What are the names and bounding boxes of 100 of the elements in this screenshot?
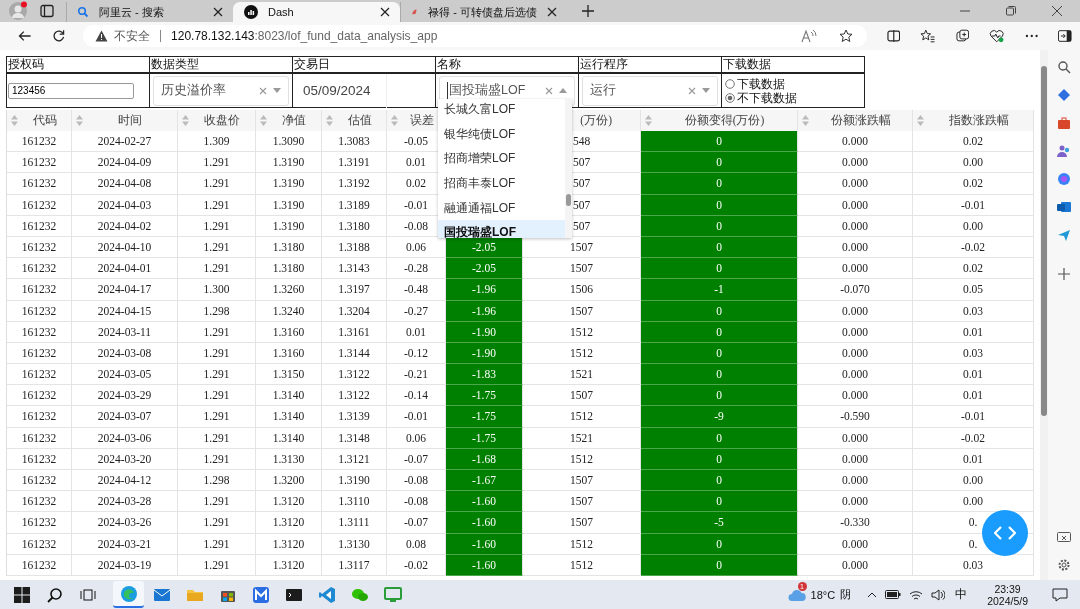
start-icon[interactable] [14,586,30,603]
column-header[interactable]: 份额涨跌幅 [798,110,913,131]
letter-tile-icon[interactable] [251,585,270,604]
clear-icon[interactable] [545,86,553,95]
column-header[interactable]: 指数涨跌幅 [913,110,1034,131]
table-cell: 1.3160 [256,321,322,343]
split-screen-icon[interactable] [886,29,901,43]
diamond-icon[interactable] [1057,88,1071,102]
table-cell: 1.291 [178,258,256,280]
search-icon[interactable] [47,586,63,603]
close-icon[interactable] [547,7,557,17]
close-icon[interactable] [380,7,390,17]
read-aloud-icon[interactable] [800,29,817,43]
column-header[interactable]: 净值 [256,110,322,131]
table-cell: 1.3191 [322,152,387,174]
table-cell: 0 [641,215,798,237]
table-cell: 1.3120 [256,512,322,534]
auth-code-input[interactable]: 123456 [8,82,134,99]
table-cell: 1.309 [178,131,256,153]
address-field[interactable]: 不安全 120.78.132.143:8023/lof_fund_data_analysis_app [83,25,867,47]
scrollbar[interactable] [1040,50,1048,580]
more-icon[interactable] [1024,34,1039,38]
dropdown[interactable]: 历史溢价率 [153,75,289,106]
table-cell: 1.3190 [256,194,322,216]
back-icon[interactable] [18,29,32,43]
table-cell: -1.96 [446,300,523,322]
table-cell: 161232 [7,427,72,449]
screenshot-icon[interactable] [1057,532,1071,544]
temperature-text[interactable]: 18°C [810,588,836,601]
star-icon[interactable] [838,29,853,43]
input-method-indicator[interactable]: 中 [955,586,968,603]
radio-label[interactable]: 不下载数据 [737,90,797,105]
code-brackets-icon [994,526,1016,540]
paper-plane-icon[interactable] [1057,228,1071,242]
monitor-icon[interactable] [383,585,402,604]
date-input[interactable]: 05/09/2024 [293,73,387,108]
column-header[interactable]: 代码 [7,110,72,131]
table-cell: 0.000 [798,300,913,322]
toolbox-icon[interactable] [1057,116,1071,130]
table-cell: 0.000 [798,491,913,513]
column-header[interactable]: 估值 [322,110,387,131]
plus-icon[interactable] [1058,268,1070,280]
table-cell: -0.01 [913,406,1034,428]
table-cell: -0.330 [798,512,913,534]
code-editor-icon[interactable] [317,585,336,604]
battery-icon[interactable] [885,590,902,599]
people-icon[interactable] [1057,144,1071,158]
search-icon[interactable] [1057,60,1071,74]
clock-date[interactable]: 2024/5/9 [987,594,1028,607]
radio-label[interactable]: 下载数据 [737,76,785,91]
speaker-icon[interactable] [931,588,946,601]
favorites-icon[interactable] [920,29,936,43]
table-cell: 0 [641,194,798,216]
table-cell: -1 [641,279,798,301]
task-view-icon[interactable] [80,586,96,603]
settings-icon[interactable] [1057,558,1071,572]
tab-actions-icon[interactable] [40,4,54,18]
wifi-icon[interactable] [909,588,924,601]
table-cell: 2024-03-05 [72,364,178,386]
sidebar-toggle-icon[interactable] [1058,30,1072,42]
close-icon[interactable] [1051,5,1063,17]
cloud-icon[interactable] [787,587,806,602]
restore-icon[interactable] [1005,5,1017,17]
profile-icon[interactable] [8,1,28,21]
table-cell: 0.05 [913,279,1034,301]
mail-icon[interactable] [1057,200,1071,214]
clock-time[interactable]: 23:39 [994,582,1021,595]
reload-icon[interactable] [51,29,66,43]
radio-button[interactable] [725,78,735,89]
browser-tab[interactable]: Dash [233,2,400,22]
new-tab-icon[interactable] [581,4,595,18]
browser-icon[interactable] [119,584,138,603]
table-cell: -1.60 [446,491,523,513]
dropdown-option[interactable]: 国投瑞盛LOF [438,220,565,238]
table-cell: 161232 [7,385,72,407]
radio-button[interactable] [725,92,735,103]
code-toggle-button[interactable] [982,510,1028,556]
clear-icon[interactable] [688,86,696,95]
scrollbar[interactable] [565,99,572,238]
table-cell: 0.01 [913,364,1034,386]
column-header[interactable]: 时间 [72,110,178,131]
table-cell: 1.3190 [322,470,387,492]
collections-icon[interactable] [955,29,970,43]
close-icon[interactable] [213,7,223,17]
table-cell: 2024-04-12 [72,470,178,492]
notification-icon[interactable] [1052,587,1068,602]
caret-icon [273,88,281,93]
clear-icon[interactable] [259,86,267,95]
table-cell: 161232 [7,533,72,555]
table-cell: 0 [641,533,798,555]
table-cell: 1.291 [178,491,256,513]
weather-condition-text[interactable]: 阴 [840,587,852,602]
table-cell: -2.05 [446,258,523,280]
column-header[interactable]: 收盘价 [178,110,256,131]
table-cell: 161232 [7,279,72,301]
table-cell: 1.3143 [322,258,387,280]
chevron-up-icon[interactable] [867,591,878,598]
dropdown[interactable]: 运行 [582,75,718,106]
browser-tab[interactable]: 禄得 - 可转债盘后选债 [400,2,567,22]
heart-pulse-icon[interactable] [989,29,1005,43]
